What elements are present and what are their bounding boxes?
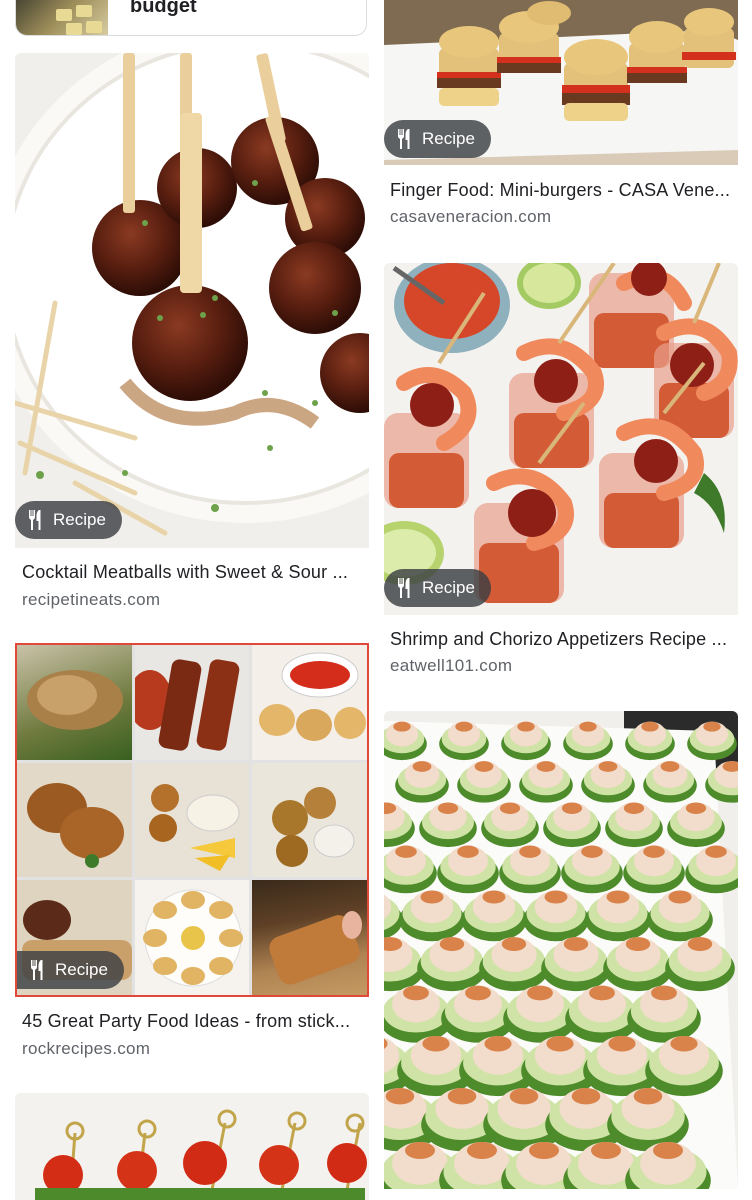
recipe-badge: Recipe (384, 569, 491, 607)
result-card-skewers[interactable] (15, 1093, 369, 1200)
result-title: 45 Great Party Food Ideas - from stick..… (22, 1011, 351, 1031)
cucumber-bites-image (384, 711, 738, 1189)
result-card-mini-burgers[interactable]: Recipe Finger Food: Mini-burgers - CASA … (384, 0, 738, 240)
recipe-badge: Recipe (15, 501, 122, 539)
badge-label: Recipe (422, 578, 475, 597)
result-title: budget (130, 0, 197, 17)
result-thumbnail: Recipe (15, 643, 369, 997)
result-thumbnail (16, 0, 108, 35)
result-thumbnail: Recipe (15, 53, 369, 548)
result-source: casaveneracion.com (390, 207, 552, 226)
fork-knife-icon (29, 510, 41, 530)
result-card-party-food[interactable]: Recipe 45 Great Party Food Ideas - from … (15, 643, 369, 1063)
fork-knife-icon (398, 129, 410, 149)
result-thumbnail (384, 711, 738, 1189)
result-source: recipetineats.com (22, 590, 161, 609)
result-title: Finger Food: Mini-burgers - CASA Vene... (390, 180, 731, 200)
fork-knife-icon (398, 578, 410, 598)
result-card-budget[interactable]: budget (15, 0, 367, 36)
badge-label: Recipe (55, 960, 108, 979)
result-source: eatwell101.com (390, 656, 513, 675)
result-card-meatballs[interactable]: Recipe Cocktail Meatballs with Sweet & S… (15, 53, 369, 613)
result-card-shrimp-chorizo[interactable]: Recipe Shrimp and Chorizo Appetizers Rec… (384, 263, 738, 683)
result-thumbnail: Recipe (384, 0, 738, 165)
fork-knife-icon (31, 960, 43, 980)
recipe-badge: Recipe (17, 951, 124, 989)
result-title: Shrimp and Chorizo Appetizers Recipe ... (390, 629, 728, 649)
result-thumbnail: Recipe (384, 263, 738, 615)
result-thumbnail (15, 1093, 369, 1200)
badge-label: Recipe (53, 510, 106, 529)
result-card-cucumber-bites[interactable] (384, 711, 738, 1189)
result-title: Cocktail Meatballs with Sweet & Sour ... (22, 562, 349, 582)
badge-label: Recipe (422, 129, 475, 148)
recipe-badge: Recipe (384, 120, 491, 158)
result-source: rockrecipes.com (22, 1039, 151, 1058)
